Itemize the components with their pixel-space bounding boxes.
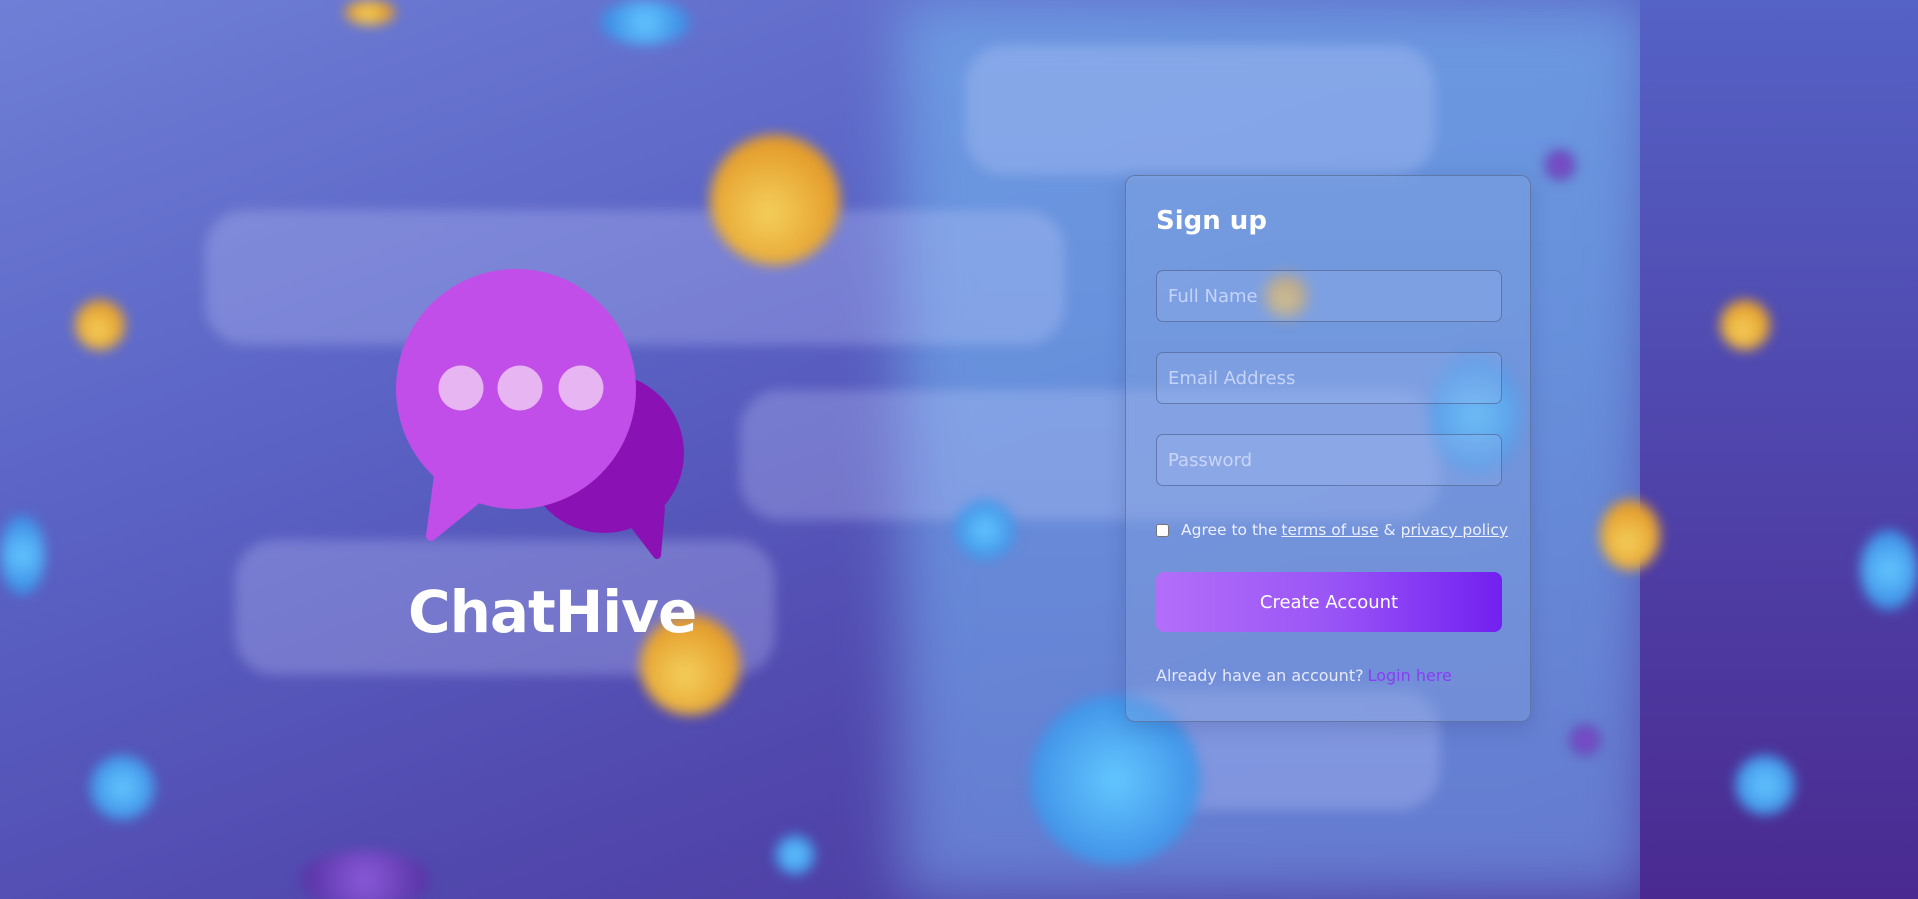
background-orb <box>1735 755 1795 815</box>
background-orb <box>1600 500 1660 570</box>
signup-page: ChatHive Sign up Agree to the terms of u… <box>0 0 1918 899</box>
background-orb <box>775 835 815 875</box>
login-prompt-row: Already have an account? Login here <box>1156 666 1500 685</box>
typing-dots <box>438 365 604 411</box>
background-orb <box>1570 725 1600 755</box>
signup-card: Sign up Agree to the terms of use & priv… <box>1125 175 1531 722</box>
agree-ampersand: & <box>1383 521 1396 539</box>
background-orb <box>75 300 125 350</box>
agree-checkbox[interactable] <box>1156 522 1169 538</box>
full-name-field[interactable] <box>1156 270 1502 322</box>
brand-name: ChatHive <box>408 578 697 646</box>
background-orb <box>345 0 395 25</box>
background-orb <box>955 500 1015 560</box>
email-field[interactable] <box>1156 352 1502 404</box>
background-chat-bubble <box>965 45 1435 175</box>
background-orb <box>1860 530 1918 610</box>
background-orb <box>300 850 430 899</box>
background-orb <box>90 755 155 820</box>
privacy-policy-link[interactable]: privacy policy <box>1401 521 1508 539</box>
signup-title: Sign up <box>1156 206 1267 236</box>
create-account-button[interactable]: Create Account <box>1156 572 1502 632</box>
agree-row: Agree to the terms of use & privacy poli… <box>1156 518 1508 542</box>
chat-bubbles-icon <box>396 269 684 559</box>
agree-label: Agree to the <box>1181 521 1278 539</box>
background-orb <box>1545 150 1575 180</box>
background-orb <box>600 0 690 45</box>
background-orb <box>710 135 840 265</box>
background-orb <box>0 515 45 595</box>
background-orb <box>1720 300 1770 350</box>
login-prompt-text: Already have an account? <box>1156 666 1364 685</box>
password-field[interactable] <box>1156 434 1502 486</box>
login-link[interactable]: Login here <box>1368 666 1452 685</box>
terms-of-use-link[interactable]: terms of use <box>1281 521 1378 539</box>
